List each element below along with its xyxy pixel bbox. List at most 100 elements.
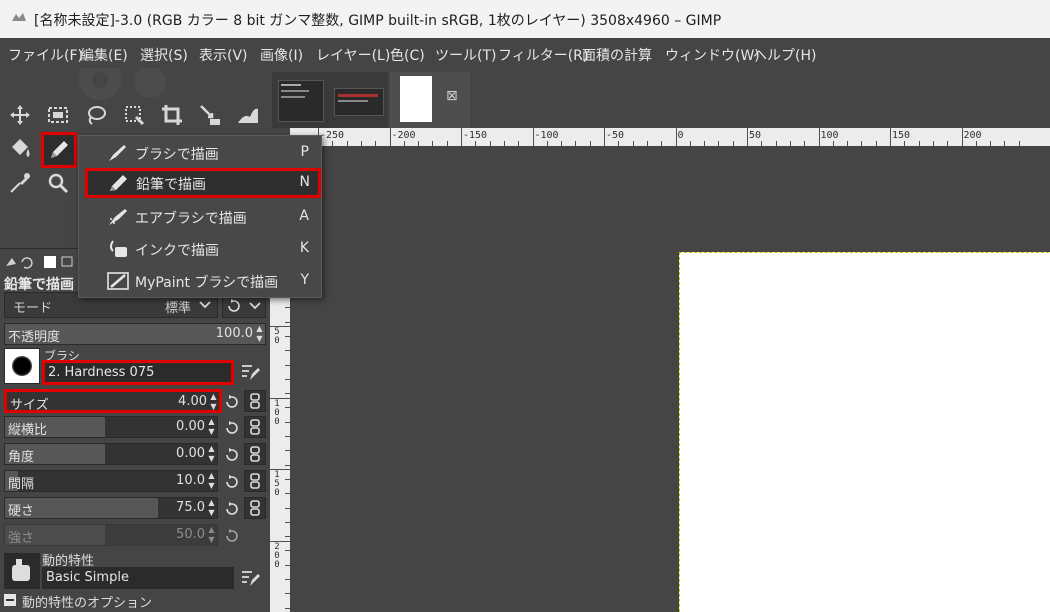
menu-help[interactable]: ヘルプ(H)	[753, 45, 816, 65]
angle-slider[interactable]: 角度 0.00 ▲ ▼	[4, 443, 218, 465]
menu-area-calc[interactable]: 面積の計算	[582, 45, 652, 65]
horizontal-ruler: -250 -200 -150 -100 -50 0 50 100 150 200	[290, 128, 1050, 146]
crop-icon[interactable]	[157, 100, 187, 130]
edit-dynamics-icon[interactable]	[240, 568, 260, 588]
link-button[interactable]	[244, 470, 266, 492]
menu-bar: ファイル(F) 編集(E) 選択(S) 表示(V) 画像(I) レイヤー(L) …	[0, 38, 1050, 68]
close-icon[interactable]: ⊠	[446, 88, 458, 104]
ruler-minor-tick	[689, 141, 691, 146]
dynamics-options-label[interactable]: 動的特性のオプション	[22, 592, 152, 611]
mode-value: 標準	[164, 301, 191, 316]
color-picker-icon[interactable]	[5, 168, 35, 198]
link-button[interactable]	[244, 497, 266, 519]
aspect-slider[interactable]: 縦横比 0.00 ▲ ▼	[4, 416, 218, 438]
menu-layer[interactable]: レイヤー(L)	[316, 45, 390, 65]
menu-image[interactable]: 画像(I)	[260, 45, 303, 65]
ruler-minor-tick	[904, 141, 906, 146]
spin-arrows-icon[interactable]: ▲ ▼	[207, 471, 216, 491]
ruler-label: 200	[963, 130, 982, 141]
ruler-major-tick	[675, 128, 677, 146]
canvas-area[interactable]: -250 -200 -150 -100 -50 0 50 100 150 200 5 0 1 0 0…	[270, 128, 1050, 612]
menu-filters[interactable]: フィルター(R)	[498, 45, 588, 65]
ruler-minor-tick	[618, 141, 620, 146]
ruler-minor-tick	[990, 141, 992, 146]
menu-item-paintbrush[interactable]: ブラシで描画 P	[79, 138, 321, 168]
hardness-slider[interactable]: 硬さ 75.0 ▲ ▼	[4, 497, 218, 519]
ruler-minor-tick	[546, 141, 548, 146]
menu-edit[interactable]: 編集(E)	[80, 45, 128, 65]
ruler-minor-tick	[489, 141, 491, 146]
ruler-minor-tick	[832, 141, 834, 146]
ruler-minor-tick	[285, 579, 290, 580]
size-slider[interactable]: サイズ 4.00 ▲ ▼	[4, 389, 222, 413]
reset-icon[interactable]	[224, 447, 240, 463]
ruler-minor-tick	[789, 141, 791, 146]
link-button[interactable]	[244, 416, 266, 438]
aspect-value: 0.00	[176, 419, 205, 434]
menu-view[interactable]: 表示(V)	[199, 45, 248, 65]
spacing-slider[interactable]: 間隔 10.0 ▲ ▼	[4, 470, 218, 492]
brush-name-field[interactable]: 2. Hardness 075	[42, 360, 234, 385]
ruler-minor-tick	[446, 141, 448, 146]
zoom-icon[interactable]	[43, 168, 73, 198]
menu-item-mypaint[interactable]: MyPaint ブラシで描画 Y	[79, 266, 321, 296]
dropdown-item-key: K	[299, 240, 309, 256]
lasso-icon[interactable]	[81, 100, 111, 130]
reset-icon[interactable]	[224, 420, 240, 436]
spin-arrows-icon[interactable]: ▲ ▼	[207, 417, 216, 437]
airbrush-icon	[109, 209, 127, 225]
ruler-minor-tick	[718, 141, 720, 146]
image-tab-1[interactable]	[272, 72, 330, 128]
link-button[interactable]	[244, 443, 266, 465]
ruler-label: 50	[749, 130, 762, 141]
opacity-slider[interactable]: 不透明度 100.0 ▲ ▼	[4, 323, 266, 345]
dynamics-icon	[12, 559, 30, 581]
image-tab-active[interactable]: ⊠	[390, 72, 470, 128]
menu-file[interactable]: ファイル(F)	[8, 45, 83, 65]
move-tool-icon[interactable]	[5, 100, 35, 130]
menu-windows[interactable]: ウィンドウ(W)	[665, 45, 760, 65]
size-value: 4.00	[178, 394, 207, 409]
menu-item-pencil[interactable]: 鉛筆で描画 N	[85, 168, 321, 198]
spin-arrows-icon[interactable]: ▲ ▼	[207, 444, 216, 464]
reset-icon[interactable]	[224, 394, 240, 410]
reset-icon[interactable]	[224, 501, 240, 517]
ruler-major-tick	[461, 128, 462, 146]
ruler-minor-tick	[418, 141, 420, 146]
bucket-fill-icon[interactable]	[5, 134, 35, 164]
reset-icon[interactable]	[224, 474, 240, 490]
fuzzy-select-icon[interactable]	[119, 100, 149, 130]
ruler-minor-tick	[285, 393, 290, 395]
spin-arrows-icon[interactable]: ▲ ▼	[207, 498, 216, 518]
warp-icon[interactable]	[233, 100, 263, 130]
menu-item-ink[interactable]: インクで描画 K	[79, 234, 321, 264]
menu-item-airbrush[interactable]: エアブラシで描画 A	[79, 202, 321, 232]
pencil-tool-icon[interactable]	[41, 132, 77, 168]
canvas-page[interactable]	[679, 252, 1050, 612]
ruler-label: -150	[463, 130, 488, 141]
brush-value: 2. Hardness 075	[48, 365, 155, 380]
dynamics-field[interactable]: Basic Simple	[42, 567, 234, 589]
spin-arrows-icon[interactable]: ▲ ▼	[255, 324, 264, 344]
ruler-minor-tick	[661, 141, 663, 146]
collapse-icon[interactable]	[4, 594, 16, 606]
menu-select[interactable]: 選択(S)	[140, 45, 188, 65]
ink-icon	[110, 240, 127, 257]
ruler-minor-tick	[732, 141, 734, 146]
ruler-major-tick	[532, 128, 534, 146]
ruler-minor-tick	[285, 378, 290, 380]
link-button[interactable]	[244, 390, 266, 412]
edit-brush-icon[interactable]	[240, 362, 260, 382]
transform-icon[interactable]	[195, 100, 225, 130]
dynamics-preview[interactable]	[4, 553, 40, 589]
menu-tools[interactable]: ツール(T)	[435, 45, 496, 65]
spin-arrows-icon[interactable]: ▲ ▼	[209, 392, 218, 412]
image-tab-2[interactable]	[330, 72, 388, 128]
brush-preview[interactable]	[4, 348, 40, 384]
ruler-label: 5 0	[274, 327, 280, 346]
size-label: サイズ	[10, 398, 49, 413]
pencil-icon	[110, 175, 127, 191]
rect-select-icon[interactable]	[43, 100, 73, 130]
menu-color[interactable]: 色(C)	[390, 45, 425, 65]
ruler-minor-tick	[285, 536, 290, 538]
